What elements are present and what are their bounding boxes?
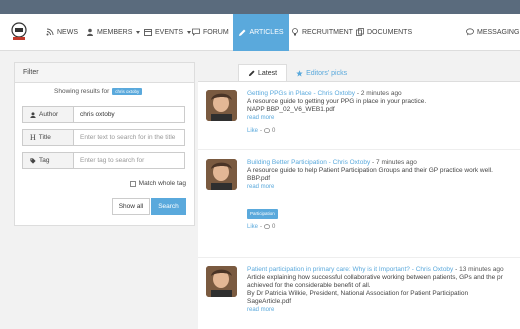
article-byline: By Dr Patricia Wilkie, President, Nation… [247,290,469,297]
bulb-icon [292,28,298,36]
match-label: Match whole tag [138,180,186,187]
chevron-down-icon [136,30,141,34]
nav-articles[interactable]: ARTICLES [233,14,289,51]
chevron-down-icon [187,30,192,34]
calendar-icon [144,29,152,36]
read-more-link[interactable]: read more [247,306,520,314]
show-all-button[interactable]: Show all [112,198,150,215]
article-body: Getting PPGs in Place - Chris Oxtoby - 2… [247,90,520,135]
search-button[interactable]: Search [151,198,186,215]
nav-recruitment[interactable]: RECRUITMENT [291,28,353,36]
avatar[interactable] [206,90,237,121]
article-tabs: Latest Editors' picks [238,64,356,82]
site-logo[interactable] [10,22,28,42]
nav-documents-label: DOCUMENTS [367,28,413,36]
like-link[interactable]: Like [247,223,258,231]
star-icon [296,69,303,76]
tag-icon [30,157,36,164]
avatar[interactable] [206,266,237,297]
author-label: Author [22,106,74,123]
author-label-text: Author [39,111,59,118]
tab-editors-picks-label: Editors' picks [306,69,348,77]
article-title[interactable]: Building Better Participation [247,159,327,166]
copy-icon [356,28,364,36]
title-input[interactable]: Enter text to search for in the title [74,129,185,146]
article-time: 13 minutes ago [459,266,504,273]
nav-messaging[interactable]: MESSAGING [466,28,519,36]
article-description: Article explaining how successful collab… [247,274,503,281]
active-filter-badge[interactable]: chris oxtoby [112,88,143,95]
nav-documents[interactable]: DOCUMENTS [356,28,412,36]
author-row: Author chris oxtoby [22,106,185,123]
nav-members-label: MEMBERS [97,28,133,36]
title-label: H Title [22,129,74,146]
article-tag[interactable]: Participation [247,209,278,219]
comment-count: 0 [272,128,276,134]
nav-forum[interactable]: FORUM [192,28,229,36]
avatar[interactable] [206,159,237,190]
user-icon [30,111,36,118]
pencil-icon [239,29,246,36]
article-author[interactable]: Chris Oxtoby [333,159,371,166]
match-whole-tag[interactable]: Match whole tag [129,180,186,187]
comment-count: 0 [272,224,276,230]
nav-articles-label: ARTICLES [249,29,284,36]
article-actions: Like - 0 [247,223,276,231]
nav-events[interactable]: EVENTS [144,28,192,36]
article-author[interactable]: Chris Oxtoby [317,90,355,97]
read-more-link[interactable]: read more [247,114,520,122]
article-file[interactable]: BBP.pdf [247,175,520,183]
article-title[interactable]: Patient participation in primary care: W… [247,266,410,273]
chat-icon [192,28,200,36]
title-label-text: Title [38,134,51,141]
tag-row: Tag Enter tag to search for [22,152,185,169]
article-file[interactable]: SageArticle.pdf [247,298,520,306]
tag-label-text: Tag [39,157,50,164]
nav-members[interactable]: MEMBERS [86,28,141,36]
tag-input[interactable]: Enter tag to search for [74,152,185,169]
author-input[interactable]: chris oxtoby [74,106,185,123]
showing-results: Showing results for chris oxtoby [54,88,143,95]
nav-news-label: NEWS [57,28,78,36]
comment-icon[interactable] [264,224,270,230]
comment-icon[interactable] [264,128,270,134]
article-actions: Like - 0 [247,127,276,135]
tab-latest[interactable]: Latest [238,64,288,82]
pencil-icon [248,70,255,77]
match-checkbox[interactable] [129,180,136,187]
article-author[interactable]: Chris Oxtoby [416,266,454,273]
article-description: A resource guide to help Patient Partici… [247,167,493,174]
separator [198,257,520,258]
tag-label: Tag [22,152,74,169]
separator [198,149,520,150]
tab-latest-label: Latest [258,70,278,77]
title-row: H Title Enter text to search for in the … [22,129,185,146]
article-body: Patient participation in primary care: W… [247,266,520,314]
article-time: 7 minutes ago [376,159,417,166]
article-body: Building Better Participation - Chris Ox… [247,159,520,231]
nav-news[interactable]: NEWS [46,28,78,36]
like-link[interactable]: Like [247,127,258,135]
nav-events-label: EVENTS [155,28,184,36]
article-file[interactable]: NAPP BBP_02_V6_WEB1.pdf [247,106,520,114]
rss-icon [46,28,54,36]
article-description: A resource guide to getting your PPG in … [247,98,427,105]
users-icon [87,28,93,36]
article-feed: Getting PPGs in Place - Chris Oxtoby - 2… [198,81,520,329]
showing-text: Showing results for [54,88,110,95]
nav-recruitment-label: RECRUITMENT [302,28,353,36]
article-description-cont: achieved for the considerable benefit of… [247,282,371,289]
nav-messaging-label: MESSAGING [477,28,520,36]
read-more-link[interactable]: read more [247,183,520,191]
filter-title: Filter [15,63,194,83]
tab-editors-picks[interactable]: Editors' picks [287,64,356,82]
article-title[interactable]: Getting PPGs in Place [247,90,312,97]
heading-icon: H [30,133,36,142]
nav-forum-label: FORUM [203,28,229,36]
message-icon [466,28,474,36]
browser-top-bar [0,0,520,14]
article-time: 2 minutes ago [360,90,402,97]
